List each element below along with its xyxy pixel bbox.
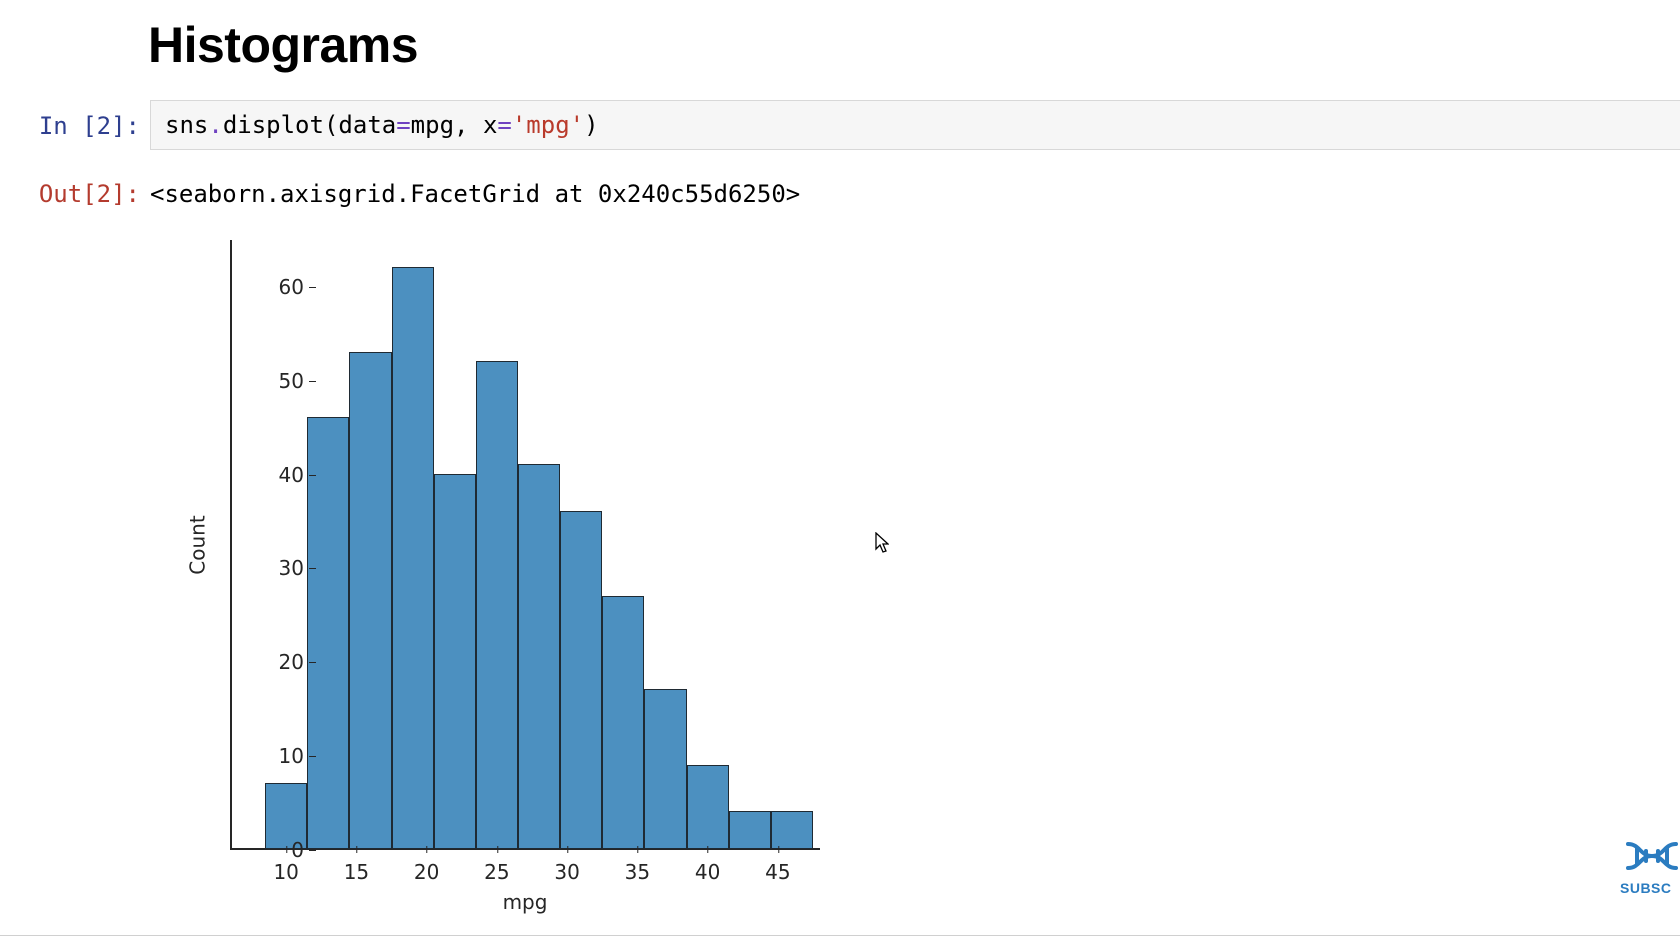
histogram-bar	[434, 474, 476, 849]
code-token: 'mpg'	[512, 111, 584, 139]
code-cell-row: In [2]: sns.displot(data=mpg, x='mpg')	[20, 100, 1680, 150]
subscribe-label: SUBSC	[1620, 880, 1680, 896]
code-token: )	[584, 111, 598, 139]
x-tick: 35	[625, 860, 650, 884]
y-tick: 10	[244, 744, 304, 768]
input-prompt: In [2]:	[20, 100, 150, 150]
code-token: mpg	[411, 111, 454, 139]
code-token: ,	[454, 111, 483, 139]
subscribe-badge[interactable]: SUBSC	[1620, 838, 1680, 908]
histogram-bar	[771, 811, 813, 849]
code-token: data	[338, 111, 396, 139]
chart-axes: Count mpg 1015202530354045 0102030405060	[230, 240, 820, 850]
x-tick: 25	[484, 860, 509, 884]
y-tick: 20	[244, 650, 304, 674]
y-axis-label: Count	[186, 515, 210, 574]
cursor-icon	[875, 532, 889, 554]
x-tick: 45	[765, 860, 790, 884]
x-tick: 10	[273, 860, 298, 884]
code-token: x	[483, 111, 497, 139]
page-root: Histograms In [2]: sns.displot(data=mpg,…	[0, 0, 1680, 946]
code-input[interactable]: sns.displot(data=mpg, x='mpg')	[150, 100, 1680, 150]
histogram-bar	[476, 361, 518, 849]
footer-divider	[0, 935, 1680, 936]
x-tick: 15	[344, 860, 369, 884]
histogram-bar	[729, 811, 771, 849]
dna-icon	[1620, 838, 1680, 878]
x-tick: 40	[695, 860, 720, 884]
y-tick: 40	[244, 463, 304, 487]
code-token: =	[396, 111, 410, 139]
histogram-bar	[518, 464, 560, 849]
page-title: Histograms	[148, 16, 418, 74]
histogram-bar	[349, 352, 391, 849]
histogram-figure: Count mpg 1015202530354045 0102030405060	[150, 230, 830, 910]
x-tick: 20	[414, 860, 439, 884]
output-prompt: Out[2]:	[20, 168, 150, 208]
x-axis-label: mpg	[230, 890, 820, 914]
code-token: (	[324, 111, 338, 139]
code-token: =	[497, 111, 511, 139]
code-token: displot	[223, 111, 324, 139]
histogram-bar	[687, 765, 729, 849]
output-row: Out[2]: <seaborn.axisgrid.FacetGrid at 0…	[20, 168, 1680, 208]
y-tick: 50	[244, 369, 304, 393]
histogram-bar	[644, 689, 686, 849]
code-token: .	[208, 111, 222, 139]
y-tick: 60	[244, 275, 304, 299]
x-tick: 30	[554, 860, 579, 884]
output-text: <seaborn.axisgrid.FacetGrid at 0x240c55d…	[150, 168, 800, 208]
y-tick: 30	[244, 556, 304, 580]
y-tick: 0	[244, 838, 304, 862]
histogram-bar	[307, 417, 349, 849]
histogram-bar	[392, 267, 434, 849]
histogram-bar	[560, 511, 602, 849]
plot-area	[230, 240, 820, 850]
histogram-bar	[602, 596, 644, 849]
code-token: sns	[165, 111, 208, 139]
